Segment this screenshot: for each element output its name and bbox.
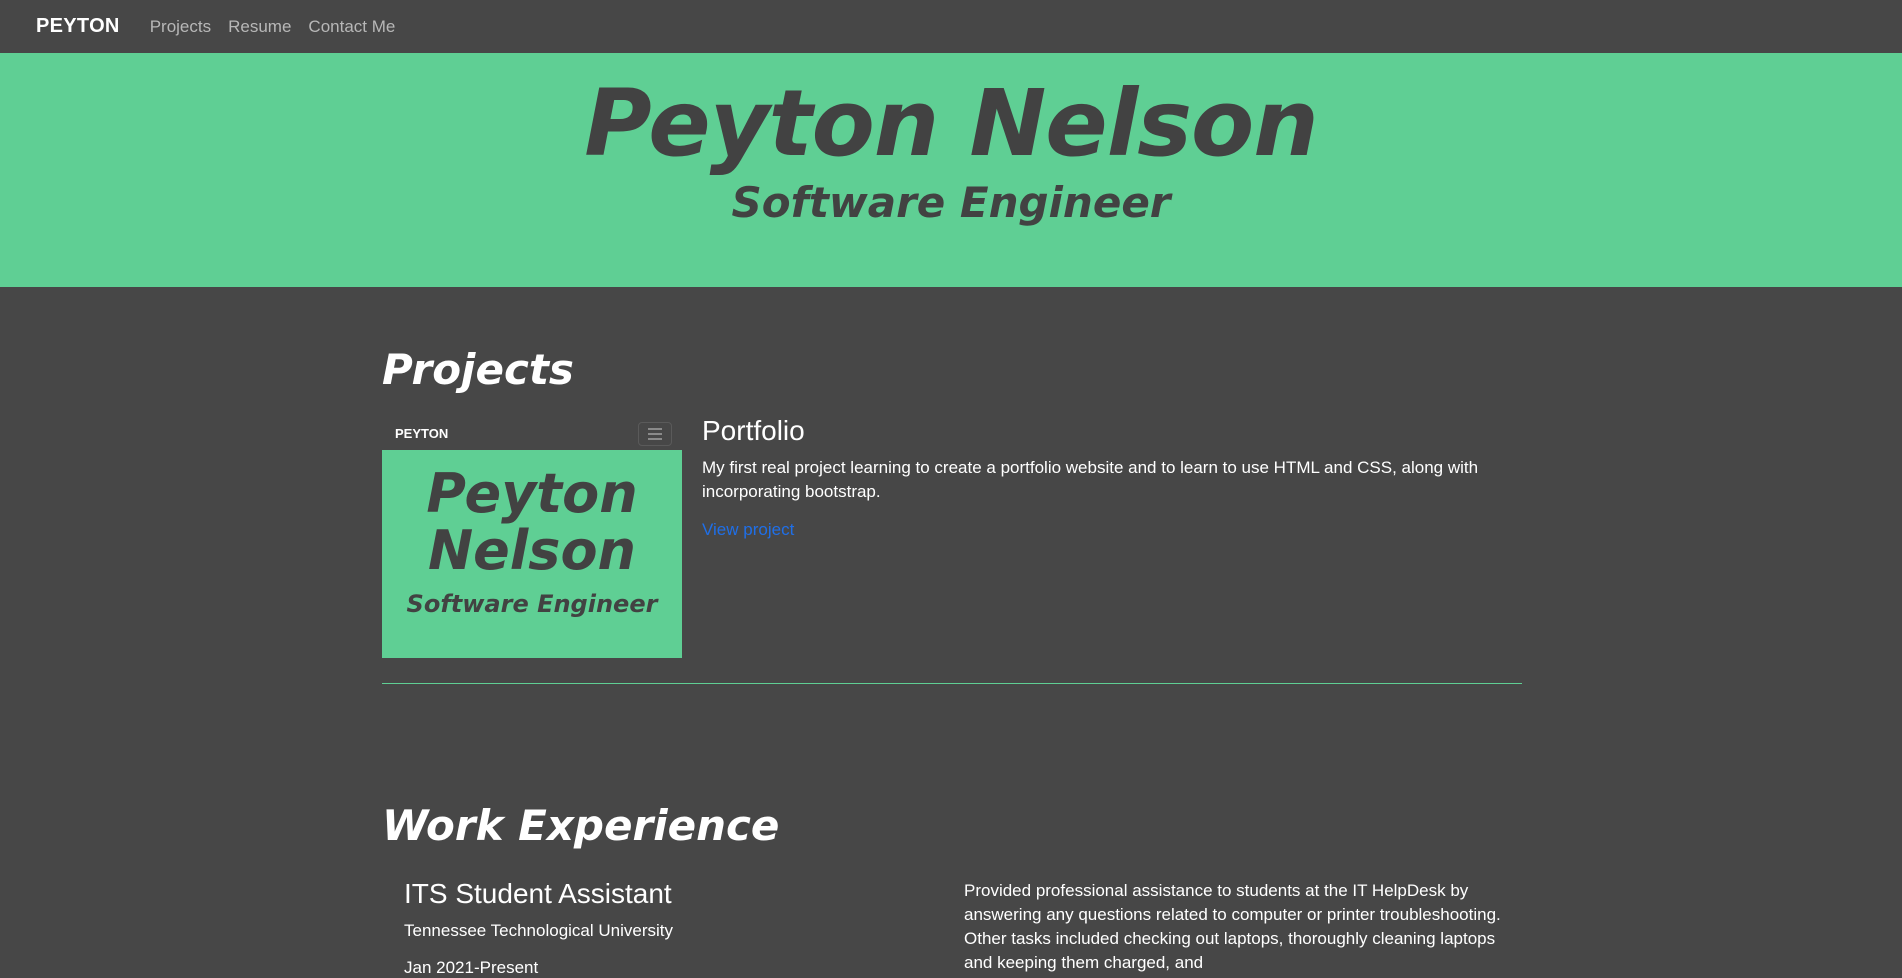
job-description: Provided professional assistance to stud… [964, 881, 1501, 972]
projects-heading: Projects [382, 345, 574, 394]
hero-title: Software Engineer [731, 178, 1171, 227]
navbar: PEYTON Projects Resume Contact Me [0, 0, 1902, 53]
hero-banner: Peyton Nelson Software Engineer [0, 53, 1902, 287]
navbar-brand[interactable]: PEYTON [36, 15, 120, 38]
nav-link-contact[interactable]: Contact Me [308, 17, 395, 37]
project-thumbnail[interactable]: PEYTON Peyton Nelson Software Engineer [382, 417, 682, 658]
thumbnail-subtitle: Software Engineer [406, 590, 658, 618]
nav-link-projects[interactable]: Projects [150, 17, 211, 37]
hero-name: Peyton Nelson [584, 70, 1318, 177]
thumbnail-name-line2: Nelson [427, 519, 636, 582]
thumbnail-navbar: PEYTON [382, 417, 682, 450]
work-experience-heading: Work Experience [382, 801, 780, 850]
section-divider [382, 683, 1522, 684]
thumbnail-brand: PEYTON [395, 426, 449, 441]
thumbnail-name-line1: Peyton [426, 462, 638, 525]
hamburger-menu-icon [638, 421, 672, 446]
job-dates: Jan 2021-Present [404, 958, 539, 977]
view-project-link[interactable]: View project [702, 520, 794, 540]
nav-link-resume[interactable]: Resume [228, 17, 291, 37]
project-title: Portfolio [702, 415, 805, 446]
job-title: ITS Student Assistant [404, 878, 672, 909]
thumbnail-hero: Peyton Nelson Software Engineer [382, 450, 682, 658]
project-description: My first real project learning to create… [702, 458, 1479, 501]
job-organization: Tennessee Technological University [404, 921, 674, 940]
